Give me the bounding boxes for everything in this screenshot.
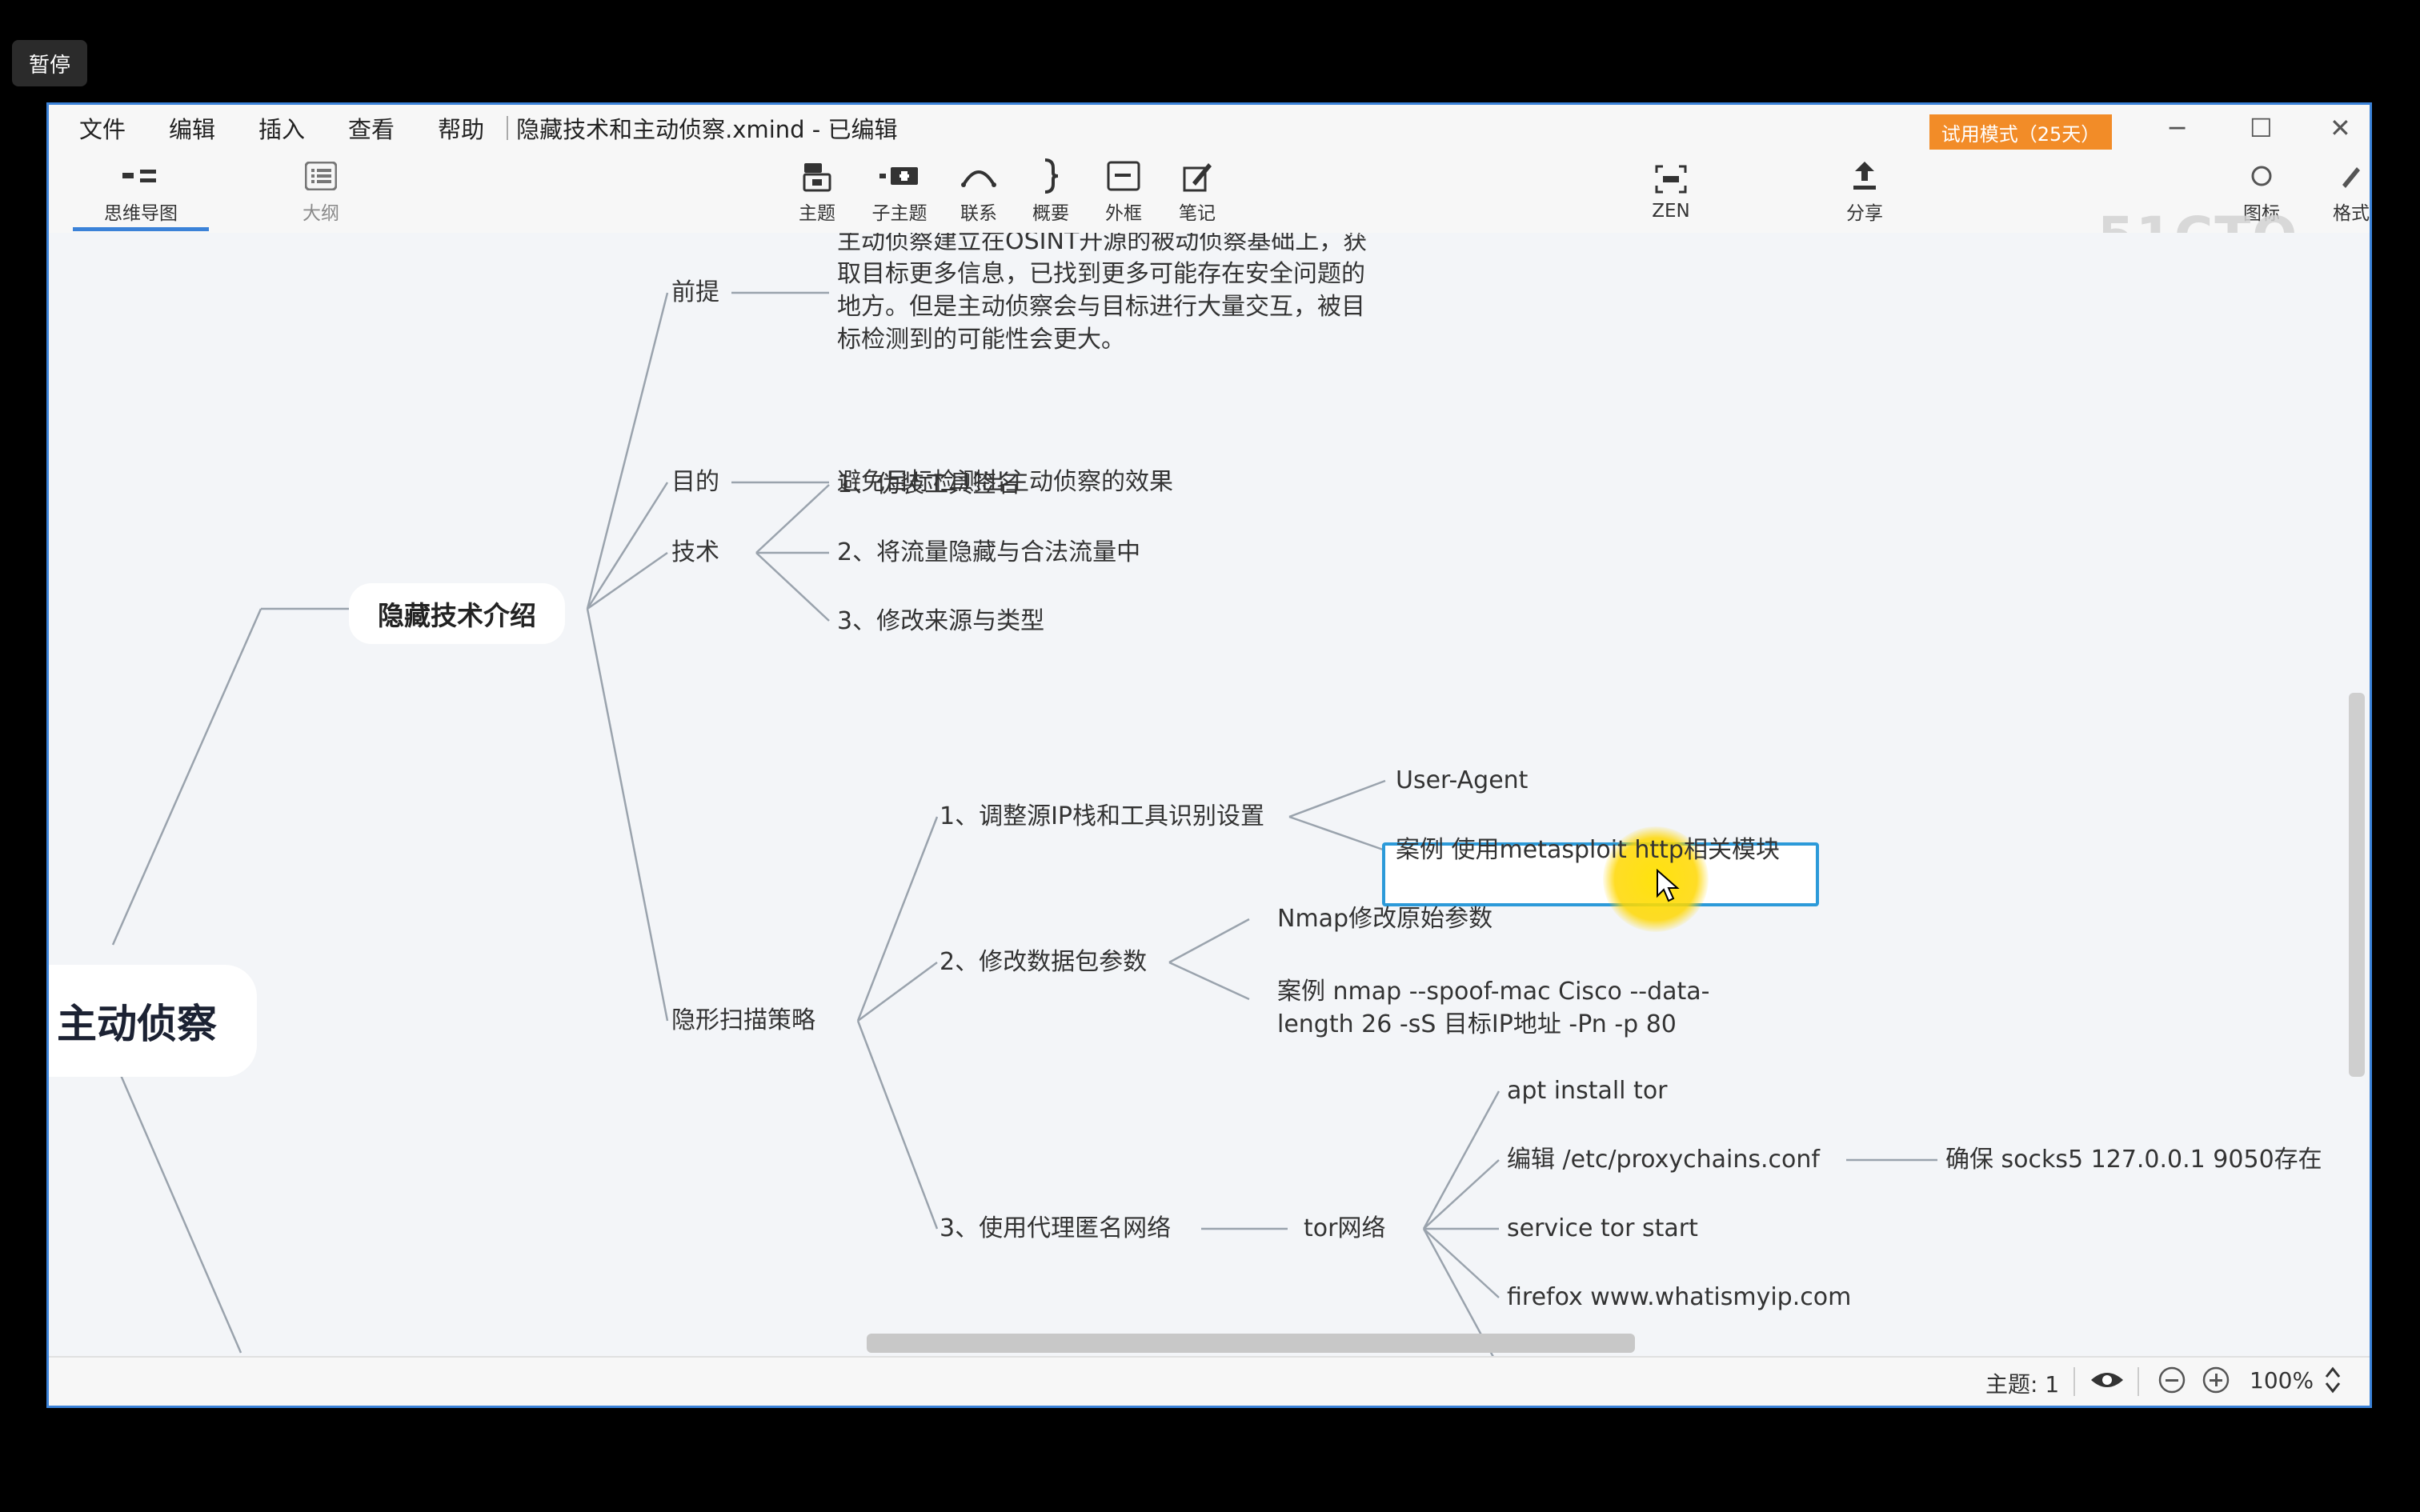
topic-stealth-3[interactable]: 3、使用代理匿名网络 [940, 1213, 1171, 1245]
zen-label: ZEN [1652, 201, 1690, 222]
status-separator [2138, 1367, 2139, 1396]
topic-purpose[interactable]: 目的 [671, 466, 719, 498]
topic-tech-item-2[interactable]: 2、将流量隐藏与合法流量中 [837, 537, 1140, 569]
boundary-label: 外框 [1105, 203, 1142, 224]
status-bar: 主题: 1 100% [49, 1356, 2370, 1406]
document-title: 隐藏技术和主动侦察.xmind - 已编辑 [516, 116, 898, 143]
zen-button[interactable]: ZEN [1627, 151, 1715, 231]
menu-edit[interactable]: 编辑 [153, 111, 231, 145]
vertical-scrollbar[interactable] [2349, 693, 2365, 1077]
boundary-icon [1107, 158, 1140, 194]
status-separator [2073, 1367, 2075, 1396]
mouse-cursor-icon [1657, 869, 1680, 902]
trial-mode-badge[interactable]: 试用模式（25天） [1929, 114, 2112, 150]
mindmap-canvas[interactable]: 主动侦察 隐藏技术介绍 前提 主动侦察建立在OSINT开源的被动侦察基础上，获取… [49, 233, 2370, 1358]
view-outline-label: 大纲 [302, 203, 339, 224]
format-panel-button[interactable]: 格式 [2307, 151, 2370, 231]
subtopic-button[interactable]: 子主题 [855, 151, 944, 231]
topic-stealth-2[interactable]: 2、修改数据包参数 [940, 946, 1147, 978]
summary-icon [1039, 158, 1063, 194]
topic-label: 主题 [799, 203, 835, 224]
summary-label: 概要 [1032, 203, 1069, 224]
zoom-in-icon[interactable] [2202, 1366, 2230, 1400]
topic-tor-item-3[interactable]: service tor start [1507, 1213, 1698, 1245]
toolbar: 思维导图 大纲 主题 子主题 联系 概要 外框 笔记 ZEN 分享 图标 格式 [49, 151, 2370, 267]
root-topic[interactable]: 主动侦察 [49, 965, 257, 1077]
menu-file[interactable]: 文件 [63, 111, 142, 145]
topic-tech-item-3[interactable]: 3、修改来源与类型 [837, 606, 1044, 638]
eye-icon[interactable] [2089, 1366, 2125, 1400]
topic-tor-item-4[interactable]: firefox www.whatismyip.com [1507, 1282, 1851, 1314]
share-button[interactable]: 分享 [1821, 151, 1909, 231]
topic-count: 主题: 1 [1985, 1371, 2060, 1398]
relationship-icon [960, 158, 997, 194]
topic-nmap-params[interactable]: Nmap修改原始参数 [1277, 903, 1492, 935]
format-panel-label: 格式 [2333, 203, 2370, 224]
topic-metasploit-case[interactable]: 案例 使用metasploit http相关模块 [1396, 834, 1780, 866]
menu-insert[interactable]: 插入 [242, 111, 321, 145]
zen-icon [1655, 161, 1687, 198]
topic-icon [801, 158, 833, 194]
topic-stealth-1[interactable]: 1、调整源IP栈和工具识别设置 [940, 801, 1264, 833]
icons-panel-icon [2250, 158, 2274, 194]
topic-tor-network[interactable]: tor网络 [1304, 1213, 1385, 1245]
share-label: 分享 [1846, 203, 1883, 224]
format-panel-icon [2339, 158, 2363, 194]
topic-stealth-scan[interactable]: 隐形扫描策略 [671, 1005, 815, 1037]
view-mindmap-label: 思维导图 [104, 203, 178, 224]
app-window: 文件 编辑 插入 查看 帮助 隐藏技术和主动侦察.xmind - 已编辑 试用模… [46, 102, 2372, 1408]
zoom-level[interactable]: 100% [2250, 1367, 2314, 1394]
mindmap-icon [122, 158, 159, 194]
topic-tor-item-1[interactable]: apt install tor [1507, 1075, 1668, 1107]
maximize-icon[interactable]: ☐ [2250, 113, 2273, 143]
subtopic-label: 子主题 [871, 203, 928, 224]
topic-premise-text[interactable]: 主动侦察建立在OSINT开源的被动侦察基础上，获取目标更多信息，已找到更多可能存… [837, 233, 1381, 356]
connector-lines [111, 291, 1937, 1358]
topic-button[interactable]: 主题 [773, 151, 861, 231]
topic-proxychains-note[interactable]: 确保 socks5 127.0.0.1 9050存在 [1945, 1144, 2322, 1176]
outline-icon [305, 158, 337, 194]
note-label: 笔记 [1179, 203, 1216, 224]
view-outline-tab[interactable]: 大纲 [277, 151, 365, 231]
topic-tor-item-2[interactable]: 编辑 /etc/proxychains.conf [1507, 1144, 1820, 1176]
zoom-stepper-icon[interactable] [2323, 1364, 2342, 1402]
zoom-out-icon[interactable] [2158, 1366, 2186, 1400]
view-mindmap-tab[interactable]: 思维导图 [73, 151, 209, 231]
share-icon [1850, 158, 1879, 194]
subtopic-icon [879, 158, 920, 194]
topic-premise[interactable]: 前提 [671, 277, 719, 309]
topic-nmap-case[interactable]: 案例 nmap --spoof-mac Cisco --data-length … [1277, 975, 1773, 1041]
menu-help[interactable]: 帮助 [422, 111, 500, 145]
pause-button[interactable]: 暂停 [12, 40, 87, 86]
note-button[interactable]: 笔记 [1153, 151, 1241, 231]
close-icon[interactable]: ✕ [2330, 113, 2351, 143]
menu-view[interactable]: 查看 [332, 111, 411, 145]
topic-tech-item-1[interactable]: 1、伪装工具签名 [837, 469, 1020, 501]
note-icon [1181, 158, 1213, 194]
topic-user-agent[interactable]: User-Agent [1396, 765, 1528, 797]
topic-hiding-techniques[interactable]: 隐藏技术介绍 [349, 583, 565, 644]
minimize-icon[interactable]: ─ [2170, 113, 2185, 143]
menu-separator [507, 116, 509, 140]
topic-technique[interactable]: 技术 [671, 537, 719, 569]
horizontal-scrollbar[interactable] [867, 1334, 1635, 1353]
relationship-label: 联系 [960, 203, 997, 224]
